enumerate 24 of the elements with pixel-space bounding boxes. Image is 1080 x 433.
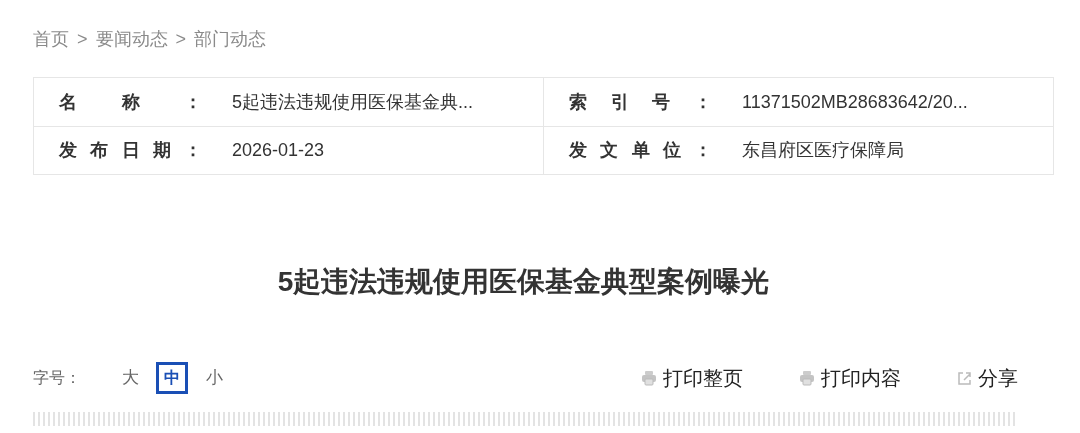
field-label: 名称：	[59, 90, 202, 114]
breadcrumb-link[interactable]: 部门动态	[194, 25, 267, 53]
field-value: 2026-01-23	[232, 139, 325, 162]
field-label: 发布日期：	[59, 139, 202, 162]
breadcrumb-separator: >	[175, 27, 187, 51]
print-button[interactable]: 打印内容	[799, 363, 901, 393]
share-button[interactable]: 分享	[957, 363, 1018, 393]
font-size-option[interactable]: 中	[156, 362, 188, 394]
printer-icon	[641, 370, 657, 386]
field-value: 5起违法违规使用医保基金典...	[232, 90, 473, 114]
breadcrumb-separator: >	[77, 27, 88, 51]
font-size-option[interactable]: 大	[114, 362, 146, 394]
print-button[interactable]: 打印整页	[641, 363, 743, 393]
article-title: 5起违法违规使用医保基金典型案例曝光	[276, 265, 771, 299]
share-icon	[957, 370, 972, 386]
field-value: 11371502MB28683642/20...	[742, 90, 968, 114]
field-label: 索引号：	[569, 90, 712, 114]
field-label: 发文单位：	[569, 139, 712, 162]
printer-icon	[799, 370, 815, 386]
font-size-label: 字号：	[33, 368, 81, 388]
breadcrumb-link[interactable]: 要闻动态	[95, 25, 168, 53]
field-value: 东昌府区医疗保障局	[742, 139, 904, 162]
font-size-option[interactable]: 小	[198, 362, 230, 394]
breadcrumb-link[interactable]: 首页	[33, 25, 69, 53]
